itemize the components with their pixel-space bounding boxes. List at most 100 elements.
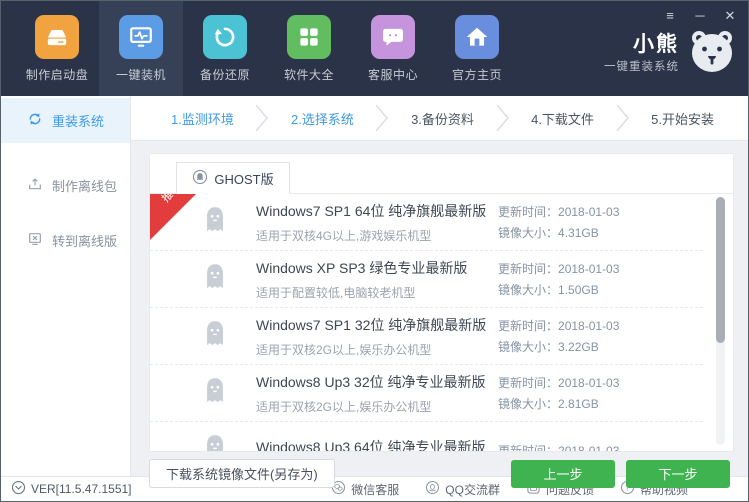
usb-drive-icon [35, 15, 79, 59]
nav-label: 软件大全 [284, 66, 334, 83]
download-image-button[interactable]: 下载系统镜像文件(另存为) [149, 459, 335, 488]
close-icon[interactable]: ✕ [722, 8, 738, 24]
updated-label: 更新时间： [498, 376, 558, 390]
system-title: Windows7 SP1 32位 纯净旗舰最新版 [256, 315, 498, 335]
system-title: Windows8 Up3 64位 纯净专业最新版 [256, 437, 498, 451]
updated-label: 更新时间： [498, 205, 558, 219]
size-label: 镜像大小： [498, 283, 558, 297]
system-title: Windows8 Up3 32位 纯净专业最新版 [256, 372, 498, 392]
ghost-icon [202, 319, 228, 354]
updated-label: 更新时间： [498, 262, 558, 276]
step-4: 4.下载文件 [531, 109, 594, 128]
box-upload-icon [27, 176, 43, 195]
system-meta: 更新时间：2018-01-03 镜像大小：4.31GB [498, 199, 703, 245]
step-3: 3.备份资料 [411, 109, 474, 128]
updated-value: 2018-01-03 [558, 205, 619, 219]
steps-bar: 1.监测环境 2.选择系统 3.备份资料 4.下载文件 5.开始安装 [131, 96, 748, 141]
chat-bubble-icon [371, 15, 415, 59]
sidebar-item-label: 制作离线包 [52, 176, 117, 195]
nav-item-customer-service[interactable]: 客服中心 [351, 1, 435, 96]
home-icon [455, 15, 499, 59]
sidebar-item-label: 重装系统 [52, 111, 104, 130]
minimize-icon[interactable]: ─ [692, 8, 708, 24]
chevron-right-icon [615, 103, 631, 133]
tab-label: GHOST版 [214, 169, 273, 188]
scrollbar-track[interactable] [716, 197, 725, 445]
nav-item-boot-disk[interactable]: 制作启动盘 [15, 1, 99, 96]
sidebar: 重装系统 制作离线包 转到离线版 [1, 96, 131, 476]
system-list: 推荐 Windows7 SP1 64位 纯净旗舰最新版 适用于双核4G以上,游戏… [150, 194, 733, 451]
size-value: 2.81GB [558, 397, 599, 411]
system-title: Windows7 SP1 64位 纯净旗舰最新版 [256, 201, 498, 221]
nav-label: 备份还原 [200, 66, 250, 83]
size-value: 4.31GB [558, 226, 599, 240]
chevron-right-icon [254, 103, 270, 133]
system-row-windows8-32[interactable]: Windows8 Up3 32位 纯净专业最新版 适用于双核2G以上,娱乐办公机… [150, 365, 703, 422]
size-label: 镜像大小： [498, 226, 558, 240]
sidebar-item-reinstall-system[interactable]: 重装系统 [1, 98, 130, 143]
system-title: Windows XP SP3 绿色专业最新版 [256, 258, 498, 278]
nav-item-official-homepage[interactable]: 官方主页 [435, 1, 519, 96]
brand-title: 小熊 [604, 33, 679, 56]
restore-arrow-icon [203, 15, 247, 59]
system-desc: 适用于双核2G以上,娱乐办公机型 [256, 341, 498, 358]
actions-bar: 下载系统镜像文件(另存为) 上一步 下一步 [149, 459, 734, 488]
size-value: 1.50GB [558, 283, 599, 297]
size-label: 镜像大小： [498, 397, 558, 411]
ghost-icon [202, 262, 228, 297]
tab-row: GHOST版 [150, 154, 733, 194]
monitor-pulse-icon [119, 15, 163, 59]
system-desc: 适用于配置较低,电脑较老机型 [256, 284, 498, 301]
updated-value: 2018-01-03 [558, 262, 619, 276]
ghost-icon [202, 205, 228, 240]
box-x-icon [27, 231, 43, 250]
step-2: 2.选择系统 [291, 109, 354, 128]
version-chevron-icon [11, 480, 26, 498]
nav-item-backup-restore[interactable]: 备份还原 [183, 1, 267, 96]
apps-grid-icon [287, 15, 331, 59]
brand-subtitle: 一键重装系统 [604, 58, 679, 74]
scrollbar-thumb[interactable] [716, 197, 725, 343]
sidebar-item-label: 转到离线版 [52, 231, 117, 250]
menu-icon[interactable]: ≡ [662, 8, 678, 24]
sidebar-item-offline-package[interactable]: 制作离线包 [1, 163, 130, 208]
size-value: 3.22GB [558, 340, 599, 354]
updated-label: 更新时间： [498, 444, 558, 452]
system-list-card: GHOST版 推荐 Windows7 SP1 64位 纯净旗舰最新版 适用于双核… [149, 153, 734, 452]
window-controls: ≡ ─ ✕ [662, 8, 738, 24]
system-meta: 更新时间：2018-01-03 [498, 438, 703, 452]
prev-step-button[interactable]: 上一步 [511, 460, 615, 488]
updated-value: 2018-01-03 [558, 319, 619, 333]
nav-item-software-center[interactable]: 软件大全 [267, 1, 351, 96]
updated-value: 2018-01-03 [558, 444, 619, 452]
bear-logo-icon [688, 29, 736, 78]
system-desc: 适用于双核2G以上,娱乐办公机型 [256, 398, 498, 415]
version-info[interactable]: VER[11.5.47.1551] [11, 480, 132, 498]
refresh-icon [27, 111, 43, 130]
ghost-circle-icon [192, 169, 208, 188]
sidebar-item-offline-version[interactable]: 转到离线版 [1, 218, 130, 263]
system-row-windowsxp[interactable]: Windows XP SP3 绿色专业最新版 适用于配置较低,电脑较老机型 更新… [150, 251, 703, 308]
nav-item-one-key-install[interactable]: 一键装机 [99, 1, 183, 96]
app-window: 制作启动盘 一键装机 备份还原 软件大全 客服中心 [0, 0, 749, 502]
next-step-button[interactable]: 下一步 [626, 460, 730, 488]
step-5: 5.开始安装 [651, 109, 714, 128]
nav-label: 制作启动盘 [26, 66, 89, 83]
system-meta: 更新时间：2018-01-03 镜像大小：3.22GB [498, 313, 703, 359]
system-meta: 更新时间：2018-01-03 镜像大小：2.81GB [498, 370, 703, 416]
updated-label: 更新时间： [498, 319, 558, 333]
ghost-icon [202, 376, 228, 411]
nav-label: 客服中心 [368, 66, 418, 83]
updated-value: 2018-01-03 [558, 376, 619, 390]
recommended-ribbon: 推荐 [150, 194, 196, 240]
system-row-windows8-64[interactable]: Windows8 Up3 64位 纯净专业最新版 更新时间：2018-01-03 [150, 422, 703, 451]
tab-ghost-edition[interactable]: GHOST版 [176, 162, 290, 194]
chevron-right-icon [495, 103, 511, 133]
chevron-right-icon [374, 103, 390, 133]
system-row-windows7-32[interactable]: Windows7 SP1 32位 纯净旗舰最新版 适用于双核2G以上,娱乐办公机… [150, 308, 703, 365]
system-row-windows7-64[interactable]: Windows7 SP1 64位 纯净旗舰最新版 适用于双核4G以上,游戏娱乐机… [150, 194, 703, 251]
nav-label: 官方主页 [452, 66, 502, 83]
size-label: 镜像大小： [498, 340, 558, 354]
header-bar: 制作启动盘 一键装机 备份还原 软件大全 客服中心 [1, 1, 748, 96]
ghost-icon [202, 433, 228, 452]
